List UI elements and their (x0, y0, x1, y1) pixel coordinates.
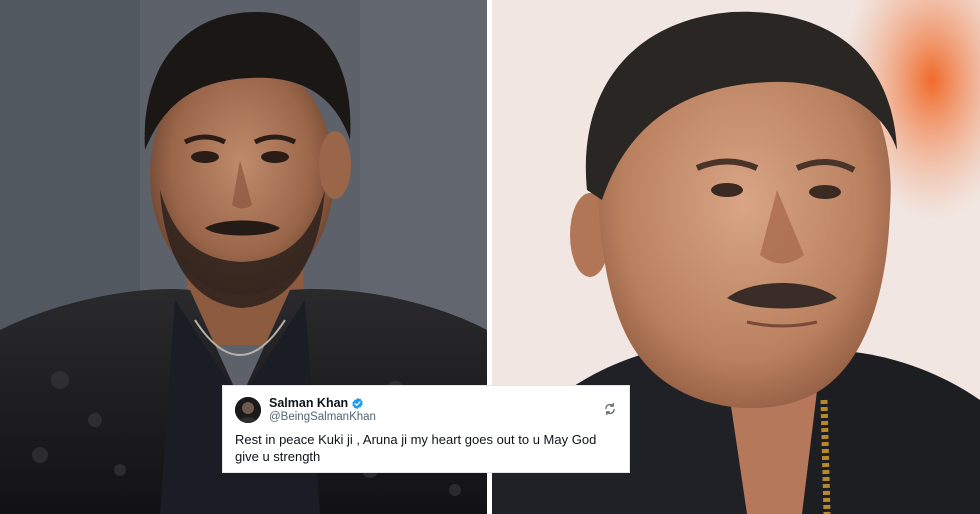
collage: Salman Khan @BeingSalmanKhan Rest in pea… (0, 0, 980, 514)
tweet-card[interactable]: Salman Khan @BeingSalmanKhan Rest in pea… (222, 385, 630, 473)
avatar[interactable] (235, 397, 261, 423)
repost-icon[interactable] (603, 402, 617, 416)
author-handle[interactable]: @BeingSalmanKhan (269, 410, 376, 424)
tweet-header: Salman Khan @BeingSalmanKhan (235, 395, 617, 425)
avatar-image (235, 397, 261, 423)
verified-badge-icon (352, 397, 363, 409)
author-display-name[interactable]: Salman Khan (269, 396, 348, 410)
tweet-text: Rest in peace Kuki ji , Aruna ji my hear… (235, 432, 597, 464)
author-block: Salman Khan @BeingSalmanKhan (269, 396, 376, 424)
name-row: Salman Khan (269, 396, 376, 410)
